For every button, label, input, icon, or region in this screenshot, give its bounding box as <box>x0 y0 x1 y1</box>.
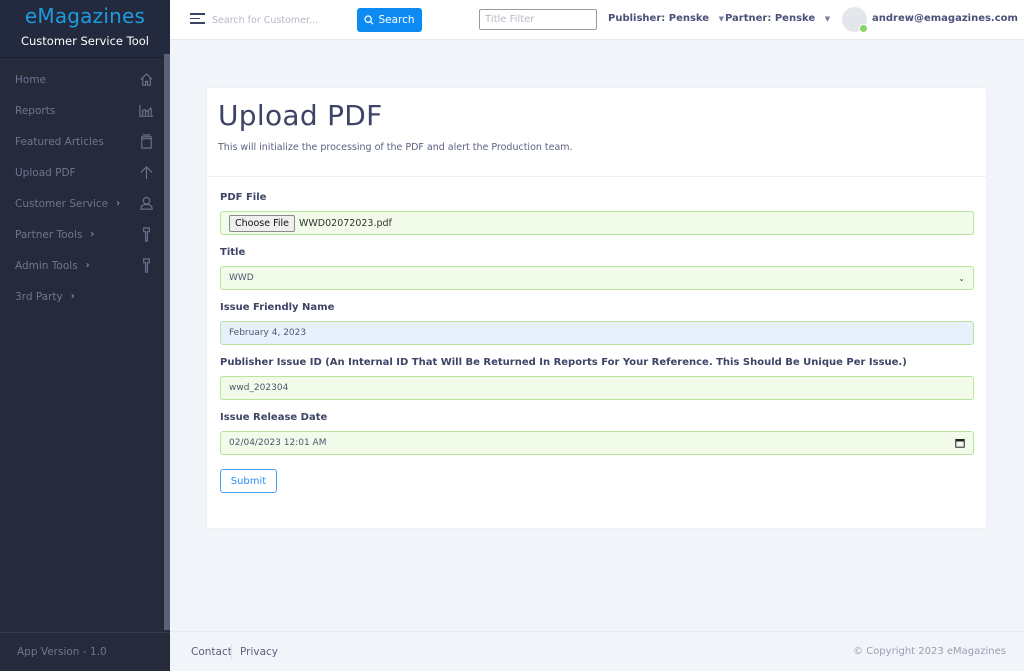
issue-release-date-value: 02/04/2023 12:01 AM <box>229 438 327 448</box>
partner-dropdown[interactable]: Partner: Penske ▼ <box>725 13 830 24</box>
user-email: andrew@emagazines.com <box>872 13 1018 24</box>
publisher-value: Penske <box>668 13 710 24</box>
brand: eMagazines Customer Service Tool <box>0 0 170 58</box>
search-button[interactable]: Search <box>357 8 422 32</box>
menu-toggle-icon[interactable] <box>190 13 205 25</box>
chevron-right-icon: › <box>85 260 90 271</box>
copyright-text: © Copyright 2023 eMagazines <box>853 646 1006 657</box>
brand-subtitle: Customer Service Tool <box>20 34 149 48</box>
sidebar-item-customer-service[interactable]: Customer Service › <box>0 188 164 219</box>
sidebar-item-label: Home <box>15 73 47 86</box>
chevron-down-icon: ⌄ <box>958 273 965 283</box>
wrench-icon <box>138 226 154 242</box>
issue-release-date-label: Issue Release Date <box>220 412 328 423</box>
choose-file-button[interactable]: Choose File <box>229 214 295 232</box>
contact-link[interactable]: Contact <box>191 646 232 658</box>
publisher-label: Publisher: <box>608 13 666 24</box>
sidebar-item-admin-tools[interactable]: Admin Tools › <box>0 250 164 281</box>
online-status-dot <box>859 24 868 33</box>
title-select[interactable]: WWD ⌄ <box>220 266 974 290</box>
sidebar-item-label: Featured Articles <box>15 135 104 148</box>
sidebar-item-featured-articles[interactable]: Featured Articles <box>0 126 164 157</box>
sidebar-scrollbar[interactable] <box>164 54 170 630</box>
sidebar-item-label: 3rd Party <box>15 290 63 303</box>
submit-button[interactable]: Submit <box>220 469 277 493</box>
upload-arrow-icon <box>138 164 154 180</box>
chevron-right-icon: › <box>70 291 75 302</box>
top-header: Search Publisher: Penske ▼ Partner: Pens… <box>170 0 1024 40</box>
chevron-right-icon: › <box>90 229 95 240</box>
sidebar-item-reports[interactable]: Reports <box>0 95 164 126</box>
sidebar-item-label: Customer Service <box>15 197 109 210</box>
pdf-file-input[interactable]: Choose File WWD02072023.pdf <box>220 211 974 235</box>
issue-release-date-input[interactable]: 02/04/2023 12:01 AM <box>220 431 974 455</box>
title-filter-input[interactable] <box>479 9 597 30</box>
sidebar-item-3rd-party[interactable]: 3rd Party › <box>0 281 164 312</box>
pdf-file-label: PDF File <box>220 192 267 203</box>
partner-label: Partner: <box>725 13 772 24</box>
title-label: Title <box>220 247 246 258</box>
sidebar-item-label: Upload PDF <box>15 166 76 179</box>
partner-value: Penske <box>774 13 816 24</box>
caret-down-icon: ▼ <box>824 15 831 23</box>
publisher-issue-id-value: wwd_202304 <box>229 383 289 393</box>
customer-search-input[interactable] <box>212 10 342 30</box>
user-menu-dropdown[interactable]: andrew@emagazines.com ▼ <box>872 13 1024 24</box>
user-avatar[interactable] <box>842 7 868 33</box>
sidebar-item-label: Admin Tools <box>15 259 78 272</box>
home-icon <box>138 71 154 87</box>
brand-logo[interactable]: eMagazines <box>0 0 170 28</box>
search-icon <box>364 15 375 25</box>
page-footer: Contact Privacy © Copyright 2023 eMagazi… <box>170 631 1024 671</box>
app-version: App Version - 1.0 <box>17 646 107 658</box>
publisher-issue-id-label: Publisher Issue ID (An Internal ID That … <box>220 357 907 368</box>
publisher-dropdown[interactable]: Publisher: Penske ▼ <box>608 13 724 24</box>
chart-icon <box>138 102 154 118</box>
caret-down-icon: ▼ <box>718 15 724 23</box>
page-description: This will initialize the processing of t… <box>218 142 573 153</box>
sidebar-item-label: Reports <box>15 104 56 117</box>
card-header: Upload PDF This will initialize the proc… <box>207 88 986 177</box>
upload-pdf-card: Upload PDF This will initialize the proc… <box>206 87 987 529</box>
sidebar-footer: App Version - 1.0 <box>0 632 170 671</box>
title-selected-value: WWD <box>229 273 254 283</box>
sidebar-item-partner-tools[interactable]: Partner Tools › <box>0 219 164 250</box>
sidebar-nav: Home Reports Featured Articles Upload PD… <box>0 64 164 312</box>
selected-file-name: WWD02072023.pdf <box>299 217 392 229</box>
sidebar-item-label: Partner Tools <box>15 228 83 241</box>
issue-friendly-name-input[interactable]: February 4, 2023 <box>220 321 974 345</box>
footer-divider <box>231 644 232 660</box>
user-icon <box>138 195 154 211</box>
privacy-link[interactable]: Privacy <box>240 646 278 658</box>
wrench-icon <box>138 257 154 273</box>
sidebar-item-home[interactable]: Home <box>0 64 164 95</box>
issue-friendly-name-value: February 4, 2023 <box>229 328 307 338</box>
upload-pdf-form: PDF File Choose File WWD02072023.pdf Tit… <box>207 177 986 493</box>
calendar-icon[interactable] <box>955 438 965 448</box>
chevron-right-icon: › <box>116 198 121 209</box>
search-button-label: Search <box>378 14 415 26</box>
publisher-issue-id-input[interactable]: wwd_202304 <box>220 376 974 400</box>
issue-friendly-name-label: Issue Friendly Name <box>220 302 335 313</box>
sidebar: eMagazines Customer Service Tool Home Re… <box>0 0 170 671</box>
sidebar-item-upload-pdf[interactable]: Upload PDF <box>0 157 164 188</box>
book-icon <box>138 133 154 149</box>
page-title: Upload PDF <box>218 99 383 132</box>
